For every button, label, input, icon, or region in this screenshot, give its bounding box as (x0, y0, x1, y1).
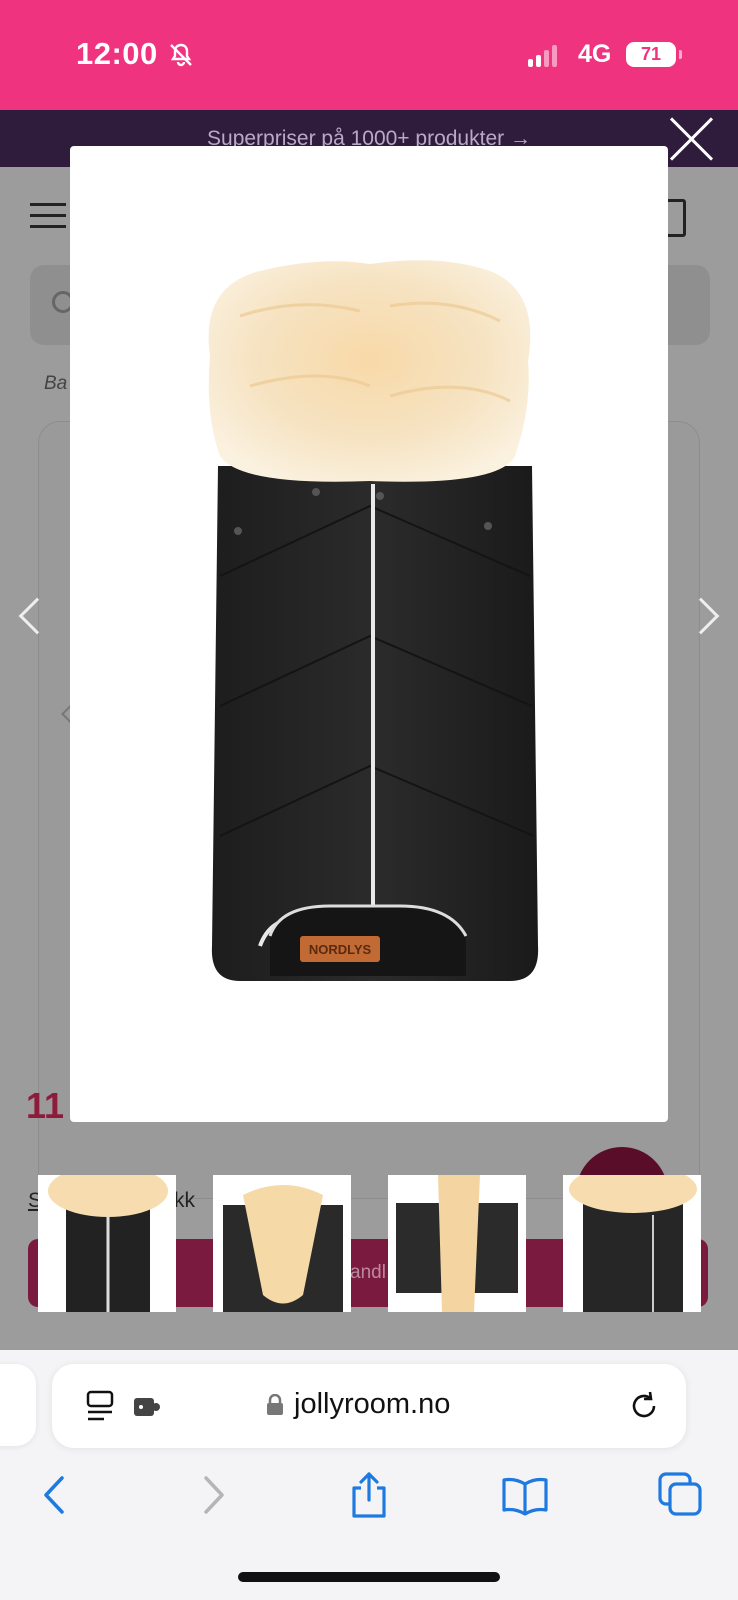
forward-icon[interactable] (188, 1470, 238, 1520)
product-price: 11 (26, 1085, 65, 1126)
home-indicator (238, 1572, 500, 1582)
status-time: 12:00 (76, 36, 158, 71)
url-domain: jollyroom.no (294, 1388, 451, 1420)
browser-toolbar (0, 1460, 738, 1540)
share-icon[interactable] (344, 1470, 394, 1520)
thumbnail[interactable] (213, 1175, 351, 1312)
menu-icon[interactable] (30, 203, 66, 229)
lock-icon (267, 1394, 283, 1415)
thumbnail[interactable] (388, 1175, 526, 1312)
network-type: 4G (578, 40, 612, 68)
close-icon[interactable] (664, 110, 720, 166)
reader-icon[interactable] (86, 1390, 114, 1422)
extension-icon[interactable] (132, 1394, 162, 1418)
bell-muted-icon (170, 43, 192, 67)
tabs-icon[interactable] (656, 1470, 706, 1520)
battery-indicator: 71 (626, 42, 682, 67)
image-modal: NORDLYS (70, 146, 668, 1122)
signal-icon (528, 43, 557, 67)
product-image: NORDLYS (208, 260, 539, 981)
breadcrumb[interactable]: Ba (44, 373, 67, 395)
thumbnail[interactable] (563, 1175, 701, 1312)
reload-icon[interactable] (628, 1390, 660, 1422)
thumbnail-strip (0, 1175, 738, 1313)
previous-tab-preview[interactable] (0, 1364, 36, 1446)
brand-label: NORDLYS (309, 942, 372, 957)
address-bar[interactable]: jollyroom.no (52, 1364, 686, 1448)
browser-chrome: jollyroom.no (0, 1350, 738, 1600)
thumbnail[interactable] (38, 1175, 176, 1312)
bookmarks-icon[interactable] (500, 1470, 550, 1520)
back-icon[interactable] (30, 1470, 80, 1520)
status-bar: 12:00 4G 71 (0, 0, 738, 110)
